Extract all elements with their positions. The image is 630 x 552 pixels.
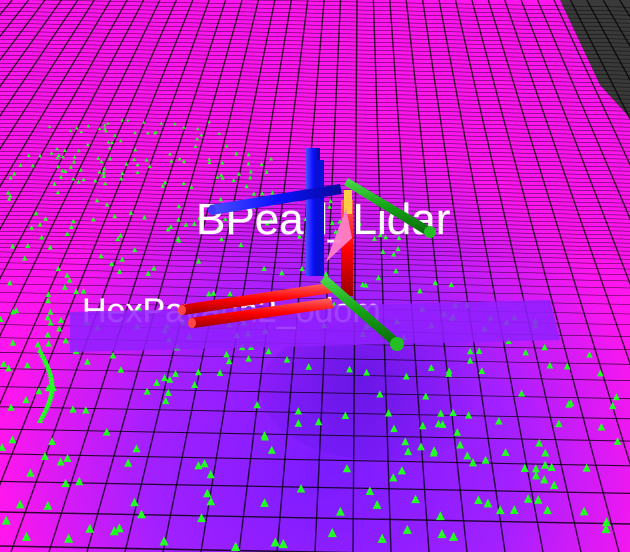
rviz-3d-viewport[interactable]: BPearl_Lidar HexPavann2_odom [0, 0, 630, 552]
